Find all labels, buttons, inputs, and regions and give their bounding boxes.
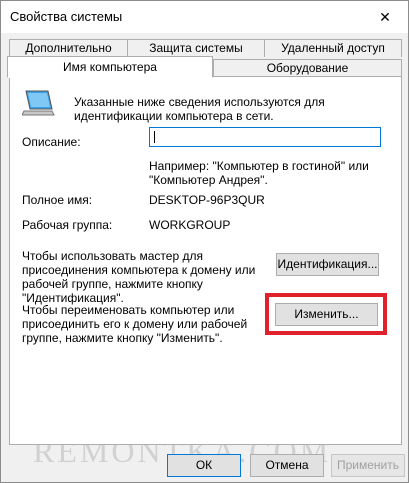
tab-label: Дополнительно: [25, 41, 112, 55]
rename-text-3: группе, нажмите кнопку "Изменить".: [22, 331, 223, 345]
tab-system-protection[interactable]: Защита системы: [127, 39, 265, 57]
full-name-value: DESKTOP-96P3QUR: [149, 193, 265, 207]
cancel-button[interactable]: Отмена: [250, 454, 324, 477]
computer-icon: [22, 90, 55, 116]
identify-text-1: Чтобы использовать мастер для: [22, 249, 203, 263]
tab-label: Имя компьютера: [63, 60, 157, 74]
tab-hardware[interactable]: Оборудование: [213, 59, 402, 77]
title-bar: Свойства системы ✕: [1, 1, 408, 33]
description-label: Описание:: [22, 135, 81, 149]
intro-line-2: идентификации компьютера в сети.: [74, 109, 274, 123]
identify-button[interactable]: Идентификация...: [276, 253, 379, 276]
highlight-frame: [265, 293, 387, 335]
tab-label: Защита системы: [149, 41, 243, 55]
tab-computer-name[interactable]: Имя компьютера: [7, 56, 213, 78]
description-input[interactable]: [149, 127, 381, 147]
close-icon: ✕: [379, 8, 391, 25]
computer-name-panel: Указанные ниже сведения используются для…: [9, 76, 402, 445]
apply-button[interactable]: Применить: [331, 454, 405, 477]
window-title: Свойства системы: [10, 9, 123, 24]
identify-text-2: присоединения компьютера к домену или: [22, 263, 256, 277]
workgroup-label: Рабочая группа:: [22, 218, 113, 232]
tab-remote[interactable]: Удаленный доступ: [264, 39, 402, 57]
ok-button[interactable]: ОК: [167, 454, 241, 477]
text-caret: [154, 131, 155, 143]
close-button[interactable]: ✕: [362, 1, 408, 33]
example-line-2: "Компьютер Андрея".: [149, 173, 268, 187]
tab-label: Оборудование: [266, 61, 349, 75]
tab-label: Удаленный доступ: [281, 41, 385, 55]
rename-text-1: Чтобы переименовать компьютер или: [22, 303, 235, 317]
identify-text-3: рабочей группе, нажмите кнопку: [22, 277, 203, 291]
tab-advanced[interactable]: Дополнительно: [9, 39, 128, 57]
system-properties-window: Свойства системы ✕ Дополнительно Защита …: [0, 0, 409, 483]
full-name-label: Полное имя:: [22, 193, 93, 207]
example-line-1: Например: "Компьютер в гостиной" или: [149, 159, 369, 173]
rename-text-2: присоединить его к домену или рабочей: [22, 317, 248, 331]
workgroup-value: WORKGROUP: [149, 218, 231, 232]
intro-line-1: Указанные ниже сведения используются для: [74, 95, 325, 109]
